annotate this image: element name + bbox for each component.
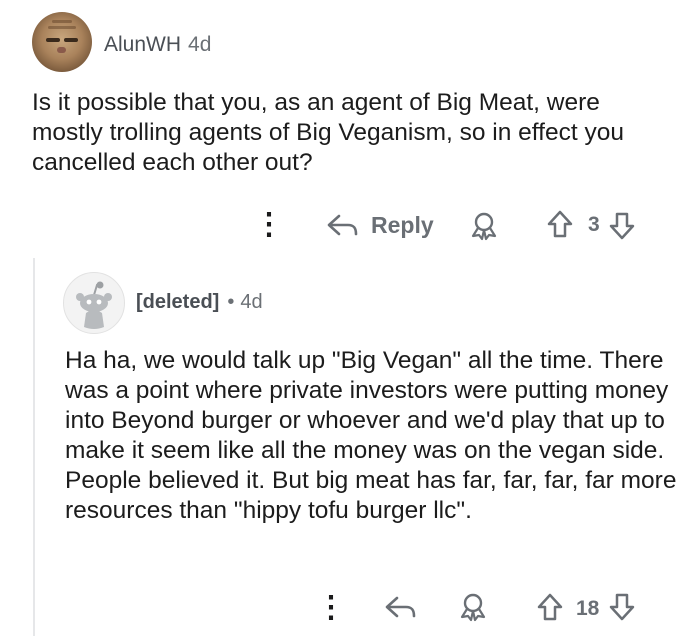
comment-age: 4d xyxy=(188,33,212,56)
reply-to-reply-button[interactable] xyxy=(384,594,418,625)
default-avatar[interactable] xyxy=(63,272,125,334)
reply-downvote-button[interactable] xyxy=(608,592,636,627)
reply-age: 4d xyxy=(240,291,263,313)
reply-icon xyxy=(327,214,358,236)
upvote-arrow-icon xyxy=(547,210,573,238)
username[interactable]: AlunWH xyxy=(104,33,181,56)
reply-meta: [deleted] • 4d xyxy=(136,291,263,314)
reply-body: Ha ha, we would talk up "Big Vegan" all … xyxy=(65,347,677,524)
comment-meta: AlunWH 4d xyxy=(104,33,211,57)
meta-separator: • xyxy=(227,291,235,313)
reply-upvote-button[interactable] xyxy=(536,592,564,627)
upvote-arrow-icon xyxy=(537,593,563,621)
downvote-arrow-icon xyxy=(609,593,635,621)
comment-body: Is it possible that you, as an agent of … xyxy=(32,89,624,176)
deleted-username: [deleted] xyxy=(136,291,220,313)
thread-line[interactable] xyxy=(33,258,35,636)
downvote-button[interactable] xyxy=(608,211,636,246)
upvote-button[interactable] xyxy=(546,209,574,244)
award-icon xyxy=(460,593,486,622)
vote-count: 3 xyxy=(588,213,600,236)
snoo-avatar-icon xyxy=(76,281,112,329)
more-options-button[interactable]: ⋮ xyxy=(254,210,284,240)
reply-vote-count: 18 xyxy=(576,597,600,620)
downvote-arrow-icon xyxy=(609,212,635,240)
reply-button[interactable]: Reply xyxy=(326,205,434,245)
user-avatar[interactable] xyxy=(32,12,92,72)
reply-label: Reply xyxy=(371,211,434,238)
reply-icon xyxy=(385,596,416,618)
award-button[interactable] xyxy=(469,211,499,246)
award-icon xyxy=(471,212,497,241)
reply-award-button[interactable] xyxy=(458,592,488,627)
reply-more-options-button[interactable]: ⋮ xyxy=(316,593,346,623)
